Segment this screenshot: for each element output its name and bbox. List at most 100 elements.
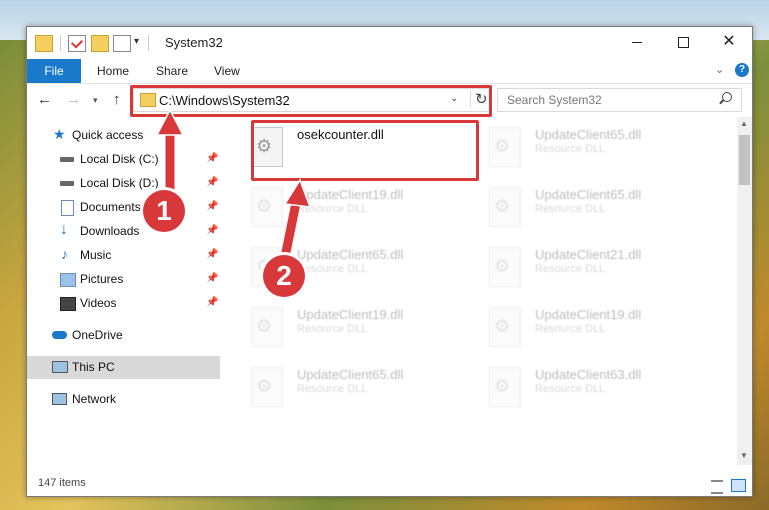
file-explorer-window: ▾ System32 ✕ File Home Share View ⌄ ? ← … xyxy=(26,26,753,497)
back-button[interactable]: ← xyxy=(37,91,52,108)
file-type: Resource DLL xyxy=(535,383,606,395)
pin-icon[interactable]: 📌 xyxy=(206,297,218,308)
divider xyxy=(148,35,149,51)
file-name: UpdateClient65.dll xyxy=(297,247,404,262)
sidebar-item-label: Videos xyxy=(80,296,117,310)
file-name: UpdateClient19.dll xyxy=(297,307,404,322)
sidebar-item-music[interactable]: ♪ Music 📌 xyxy=(27,244,220,267)
file-type: Resource DLL xyxy=(535,203,606,215)
sidebar-item-pictures[interactable]: Pictures 📌 xyxy=(27,268,220,291)
sidebar-item-videos[interactable]: Videos 📌 xyxy=(27,292,220,315)
file-type: Resource DLL xyxy=(535,143,606,155)
title-bar: ▾ System32 ✕ xyxy=(27,27,752,59)
file-item[interactable]: UpdateClient19.dll Resource DLL xyxy=(247,303,477,355)
documents-icon xyxy=(61,200,74,216)
file-name: UpdateClient65.dll xyxy=(535,127,642,142)
file-name: UpdateClient65.dll xyxy=(535,187,642,202)
sidebar-item-label: Pictures xyxy=(80,272,124,286)
file-item[interactable]: UpdateClient21.dll Resource DLL xyxy=(485,243,715,295)
file-item[interactable]: osekcounter.dll xyxy=(247,120,479,181)
sidebar-item-local-disk-c[interactable]: Local Disk (C:) 📌 xyxy=(27,148,220,171)
file-type: Resource DLL xyxy=(297,203,368,215)
pin-icon[interactable]: 📌 xyxy=(206,201,218,212)
minimize-button[interactable] xyxy=(614,27,660,57)
sidebar-item-quick-access[interactable]: ★ Quick access xyxy=(27,124,220,147)
window-title: System32 xyxy=(165,35,223,50)
dll-file-icon xyxy=(251,307,283,347)
tab-home[interactable]: Home xyxy=(97,59,129,83)
pin-icon[interactable]: 📌 xyxy=(206,177,218,188)
star-icon: ★ xyxy=(53,126,66,142)
navigation-pane: ★ Quick access Local Disk (C:) 📌 Local D… xyxy=(27,117,220,462)
file-type: Resource DLL xyxy=(297,263,368,275)
divider xyxy=(60,35,61,51)
pin-icon[interactable]: 📌 xyxy=(206,225,218,236)
pin-icon[interactable]: 📌 xyxy=(206,249,218,260)
details-view-icon[interactable] xyxy=(711,480,723,494)
help-icon[interactable]: ? xyxy=(735,63,749,77)
file-item[interactable]: UpdateClient65.dll Resource DLL xyxy=(485,123,715,175)
file-name: UpdateClient21.dll xyxy=(535,247,642,262)
ribbon-tabs: File Home Share View ⌄ ? xyxy=(27,59,752,84)
view-options-icon[interactable] xyxy=(113,35,131,52)
file-item[interactable]: UpdateClient19.dll Resource DLL xyxy=(247,183,477,235)
scroll-thumb[interactable] xyxy=(739,135,750,185)
sidebar-item-label: Network xyxy=(72,392,117,406)
new-folder-icon[interactable] xyxy=(91,35,109,52)
dll-file-icon xyxy=(489,307,521,347)
file-item[interactable]: UpdateClient19.dll Resource DLL xyxy=(485,303,715,355)
music-icon: ♪ xyxy=(61,246,68,262)
properties-icon[interactable] xyxy=(68,35,86,52)
tab-file[interactable]: File xyxy=(27,59,81,83)
sidebar-item-documents[interactable]: Documents 📌 xyxy=(27,196,220,219)
vertical-scrollbar[interactable]: ▲ ▼ xyxy=(737,117,752,465)
sidebar-item-local-disk-d[interactable]: Local Disk (D:) 📌 xyxy=(27,172,220,195)
dll-file-icon xyxy=(251,367,283,407)
computer-icon xyxy=(52,361,68,373)
sidebar-item-label: OneDrive xyxy=(72,328,123,342)
search-icon[interactable] xyxy=(722,92,732,102)
scroll-down-icon[interactable]: ▼ xyxy=(740,451,748,460)
close-button[interactable]: ✕ xyxy=(706,27,752,57)
file-type: Resource DLL xyxy=(297,323,368,335)
dll-file-icon xyxy=(489,187,521,227)
file-name: UpdateClient19.dll xyxy=(535,307,642,322)
sidebar-item-network[interactable]: Network xyxy=(27,388,220,411)
tab-share[interactable]: Share xyxy=(156,59,188,83)
sidebar-item-label: Documents xyxy=(80,200,141,214)
file-item[interactable]: UpdateClient65.dll Resource DLL xyxy=(485,183,715,235)
forward-button[interactable]: → xyxy=(66,91,81,108)
sidebar-item-onedrive[interactable]: OneDrive xyxy=(27,324,220,347)
pin-icon[interactable]: 📌 xyxy=(206,153,218,164)
sidebar-item-this-pc[interactable]: This PC xyxy=(27,356,220,379)
search-box[interactable]: Search System32 xyxy=(497,88,742,112)
file-item[interactable]: UpdateClient63.dll Resource DLL xyxy=(485,363,715,415)
scroll-up-icon[interactable]: ▲ xyxy=(740,119,748,128)
file-item[interactable]: UpdateClient65.dll Resource DLL xyxy=(247,363,477,415)
step-2-marker: 2 xyxy=(263,255,305,297)
expand-ribbon-icon[interactable]: ⌄ xyxy=(715,63,724,76)
file-list: osekcounter.dll UpdateClient65.dll Resou… xyxy=(241,117,738,465)
tab-view[interactable]: View xyxy=(214,59,240,83)
address-highlight-box xyxy=(130,85,492,117)
file-type: Resource DLL xyxy=(535,263,606,275)
search-input[interactable]: Search System32 xyxy=(507,93,602,107)
drive-icon xyxy=(60,157,74,162)
chevron-down-icon[interactable]: ▾ xyxy=(134,36,139,47)
dll-file-icon xyxy=(489,247,521,287)
file-type: Resource DLL xyxy=(297,383,368,395)
pin-icon[interactable]: 📌 xyxy=(206,273,218,284)
dll-file-icon xyxy=(251,187,283,227)
close-icon: ✕ xyxy=(722,33,736,50)
file-name: UpdateClient65.dll xyxy=(297,367,404,382)
up-button[interactable]: ↑ xyxy=(113,91,121,108)
file-highlight-box xyxy=(251,120,479,181)
sidebar-item-label: Local Disk (D:) xyxy=(80,176,159,190)
sidebar-item-downloads[interactable]: ↓ Downloads 📌 xyxy=(27,220,220,243)
file-name: UpdateClient63.dll xyxy=(535,367,642,382)
large-icons-view-icon[interactable] xyxy=(731,479,746,492)
drive-icon xyxy=(60,181,74,186)
sidebar-item-label: Downloads xyxy=(80,224,140,238)
recent-locations-button[interactable]: ▾ xyxy=(93,95,98,106)
maximize-button[interactable] xyxy=(660,27,706,57)
